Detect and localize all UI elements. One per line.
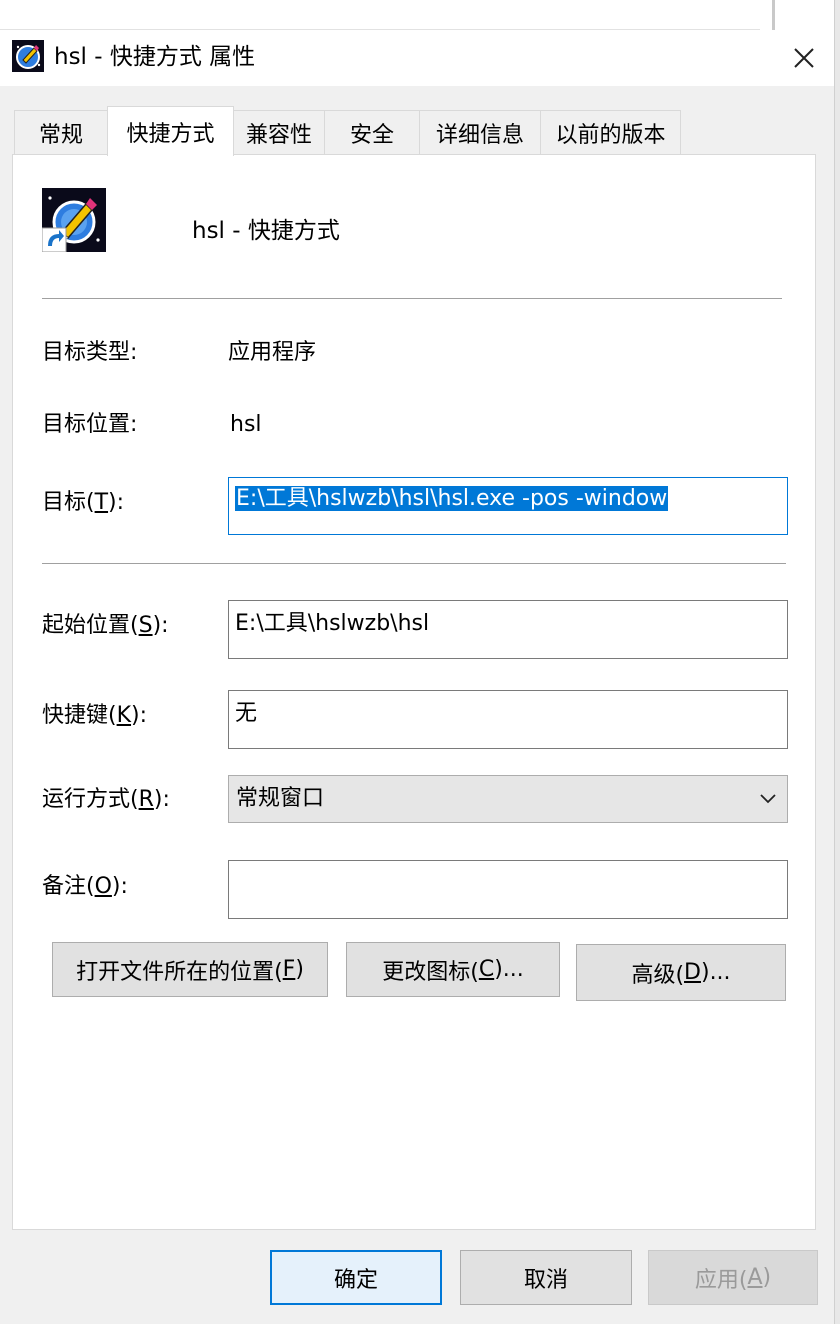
start-in-input[interactable]: E:\工具\hslwzb\hsl — [228, 600, 788, 659]
open-file-location-button[interactable]: 打开文件所在的位置(F) — [52, 942, 328, 997]
ok-button[interactable]: 确定 — [270, 1250, 442, 1305]
close-icon — [794, 48, 814, 68]
apply-button: 应用(A) — [648, 1250, 818, 1305]
background-window-strip — [0, 0, 840, 30]
app-shortcut-icon — [41, 188, 106, 253]
target-input-selection: E:\工具\hslwzb\hsl\hsl.exe -pos -window — [235, 486, 669, 511]
tab-details[interactable]: 详细信息 — [419, 110, 541, 154]
hotkey-value: 无 — [235, 701, 258, 726]
app-title-icon — [12, 40, 44, 72]
cancel-button[interactable]: 取消 — [460, 1250, 632, 1305]
hotkey-label: 快捷键(K): — [42, 703, 148, 728]
target-label: 目标(T): — [42, 490, 125, 515]
tab-security[interactable]: 安全 — [324, 110, 420, 154]
tab-previous-versions[interactable]: 以前的版本 — [540, 110, 681, 154]
ok-button-label: 确定 — [333, 1267, 378, 1293]
tab-label: 安全 — [349, 122, 394, 148]
divider — [42, 298, 782, 299]
advanced-button[interactable]: 高级(D)... — [576, 944, 786, 1001]
tab-label: 快捷方式 — [126, 121, 215, 147]
target-input[interactable]: E:\工具\hslwzb\hsl\hsl.exe -pos -window — [228, 477, 788, 535]
target-type-label: 目标类型: — [42, 340, 138, 365]
tab-shortcut[interactable]: 快捷方式 — [107, 106, 234, 156]
target-location-value: hsl — [230, 412, 262, 437]
divider — [42, 563, 786, 564]
tab-label: 详细信息 — [435, 122, 524, 148]
target-type-value: 应用程序 — [228, 340, 317, 365]
start-in-label: 起始位置(S): — [42, 613, 169, 638]
target-location-label: 目标位置: — [42, 412, 138, 437]
tab-label: 常规 — [38, 122, 83, 148]
chevron-down-icon — [760, 794, 776, 804]
background-window-side — [834, 0, 840, 1324]
close-button[interactable] — [780, 36, 828, 80]
tab-label: 兼容性 — [245, 122, 312, 148]
shortcut-name: hsl - 快捷方式 — [192, 218, 340, 244]
background-window-edge — [772, 0, 775, 30]
tab-general[interactable]: 常规 — [14, 110, 108, 154]
tab-compatibility[interactable]: 兼容性 — [233, 110, 325, 154]
run-label: 运行方式(R): — [42, 787, 170, 812]
tab-label: 以前的版本 — [555, 122, 666, 148]
window-title: hsl - 快捷方式 属性 — [54, 44, 256, 70]
hotkey-input[interactable]: 无 — [228, 690, 788, 749]
change-icon-button[interactable]: 更改图标(C)... — [346, 942, 560, 997]
cancel-button-label: 取消 — [523, 1267, 568, 1293]
comment-input[interactable] — [228, 860, 788, 919]
comment-label: 备注(O): — [42, 874, 128, 899]
run-select[interactable]: 常规窗口 — [228, 775, 788, 823]
run-select-value: 常规窗口 — [236, 786, 325, 811]
start-in-value: E:\工具\hslwzb\hsl — [235, 611, 430, 636]
